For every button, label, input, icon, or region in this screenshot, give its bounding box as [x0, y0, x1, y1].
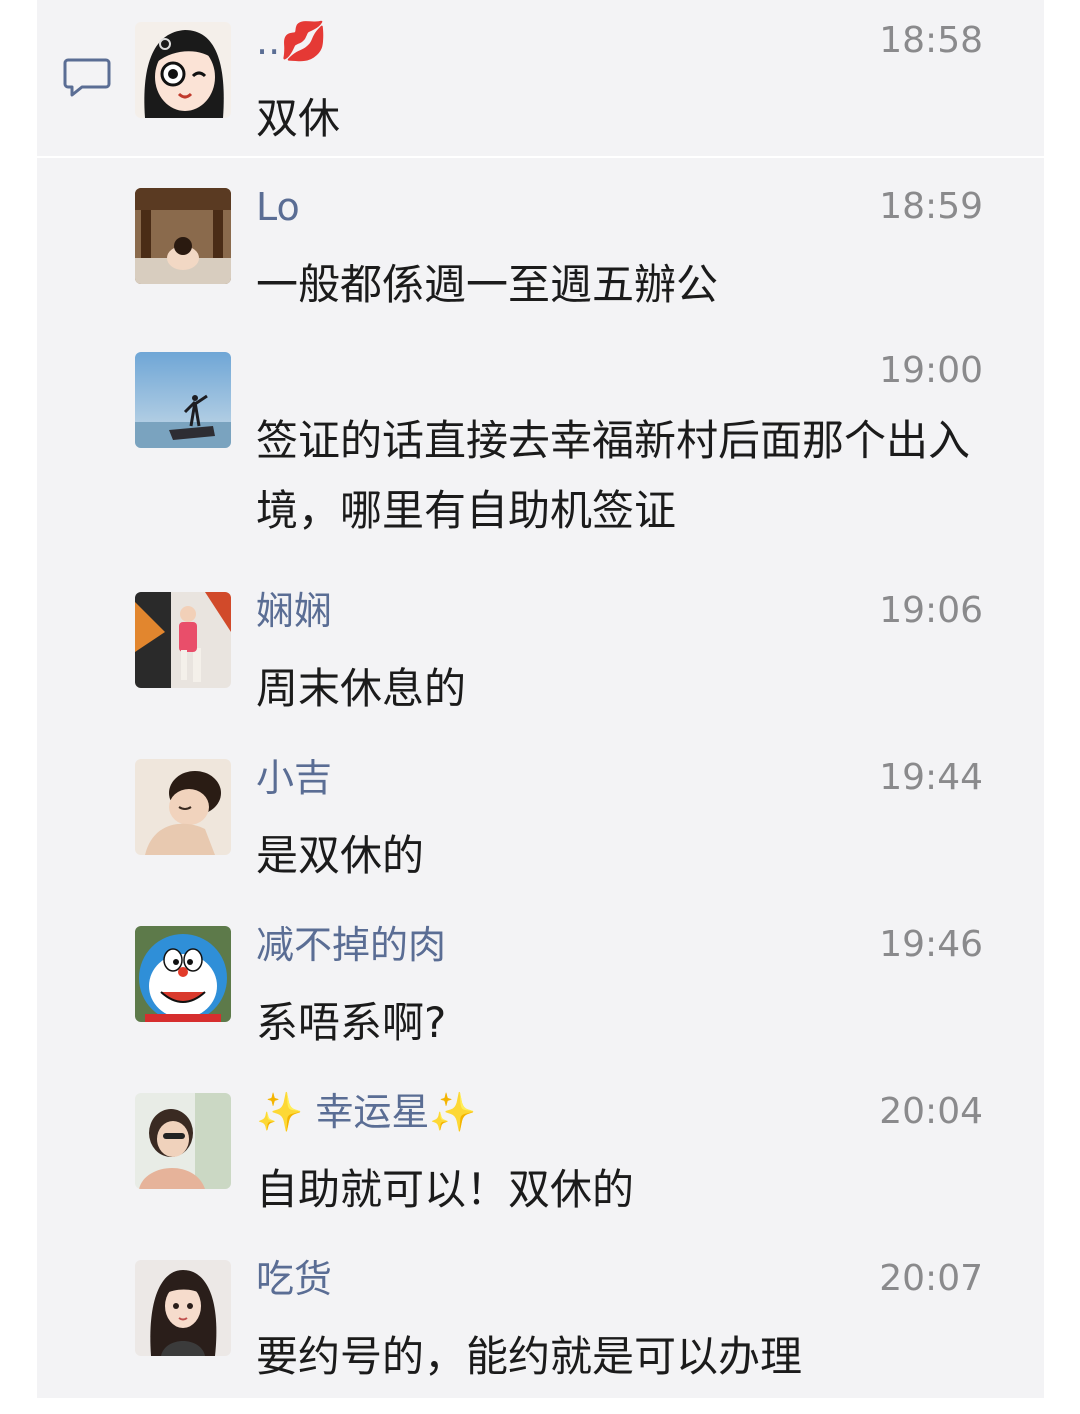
sender-name[interactable]: 小吉 — [256, 755, 332, 801]
sender-name[interactable]: Lo — [256, 184, 300, 230]
timestamp: 19:46 — [879, 924, 983, 965]
list-item[interactable]: Lo 18:59 一般都係週一至週五辦公 — [37, 166, 1044, 330]
avatar[interactable] — [135, 22, 231, 118]
list-item[interactable]: ✨ 幸运星✨ 20:04 自助就可以！双休的 — [37, 1071, 1044, 1238]
message-text: 自助就可以！双休的 — [256, 1165, 635, 1214]
message-text: 系唔系啊? — [256, 998, 447, 1047]
sender-name[interactable]: 吃货 — [256, 1256, 332, 1302]
timestamp: 20:04 — [879, 1091, 983, 1132]
list-item[interactable]: 小吉 19:44 是双休的 — [37, 737, 1044, 904]
avatar[interactable] — [135, 352, 231, 448]
avatar[interactable] — [135, 1093, 231, 1189]
avatar[interactable] — [135, 1260, 231, 1356]
sender-name[interactable]: ✨ 幸运星✨ — [256, 1089, 477, 1135]
timestamp: 19:06 — [879, 590, 983, 631]
divider — [37, 156, 1044, 158]
message-text: 一般都係週一至週五辦公 — [256, 260, 719, 309]
avatar[interactable] — [135, 592, 231, 688]
message-text: 双休 — [256, 94, 341, 143]
sender-name[interactable]: ..💋 — [256, 18, 327, 64]
list-item[interactable]: 减不掉的肉 19:46 系唔系啊? — [37, 904, 1044, 1071]
avatar[interactable] — [135, 926, 231, 1022]
message-text: 要约号的，能约就是可以办理 — [256, 1332, 803, 1381]
timestamp: 19:00 — [879, 350, 983, 391]
list-item[interactable]: 吃货 20:07 要约号的，能约就是可以办理 — [37, 1238, 1044, 1398]
avatar[interactable] — [135, 759, 231, 855]
timestamp: 20:07 — [879, 1258, 983, 1299]
list-item[interactable]: 娴娴 19:06 周末休息的 — [37, 570, 1044, 737]
avatar[interactable] — [135, 188, 231, 284]
list-item[interactable]: 19:00 签证的话直接去幸福新村后面那个出入境，哪里有自助机签证 — [37, 330, 1044, 570]
message-text: 是双休的 — [256, 831, 425, 880]
sender-name[interactable]: 减不掉的肉 — [256, 922, 446, 968]
sender-name[interactable]: 娴娴 — [256, 588, 332, 634]
message-text: 签证的话直接去幸福新村后面那个出入境，哪里有自助机签证 — [256, 416, 971, 535]
message-text: 周末休息的 — [256, 664, 467, 713]
timestamp: 19:44 — [879, 757, 983, 798]
timestamp: 18:59 — [879, 186, 983, 227]
timestamp: 18:58 — [879, 20, 983, 61]
list-item[interactable]: ..💋 18:58 双休 — [37, 0, 1044, 156]
